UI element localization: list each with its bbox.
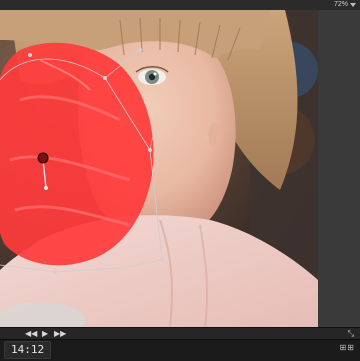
- viewer-canvas: [0, 10, 318, 327]
- control-point[interactable]: [28, 53, 32, 57]
- fullscreen-button[interactable]: ⤡: [348, 329, 354, 339]
- control-point[interactable]: [103, 76, 107, 80]
- video-viewer[interactable]: [0, 10, 318, 327]
- view-layout-icon[interactable]: ⊞⊞: [340, 343, 355, 352]
- control-point[interactable]: [148, 148, 152, 152]
- side-panel: [318, 10, 360, 327]
- mask-center-handle[interactable]: [37, 152, 49, 164]
- control-point[interactable]: [138, 48, 142, 52]
- control-point[interactable]: [53, 270, 57, 274]
- control-point[interactable]: [160, 258, 164, 262]
- play-button[interactable]: ▶: [42, 329, 48, 339]
- timecode[interactable]: 14:12: [4, 341, 52, 359]
- next-frame-button[interactable]: ▶▶: [54, 329, 66, 339]
- zoom-level[interactable]: 72%: [334, 0, 348, 10]
- previous-frame-button[interactable]: ◀◀: [25, 329, 37, 339]
- chevron-down-icon[interactable]: [350, 3, 356, 7]
- status-bar: 14:12 ⊞⊞: [0, 339, 360, 361]
